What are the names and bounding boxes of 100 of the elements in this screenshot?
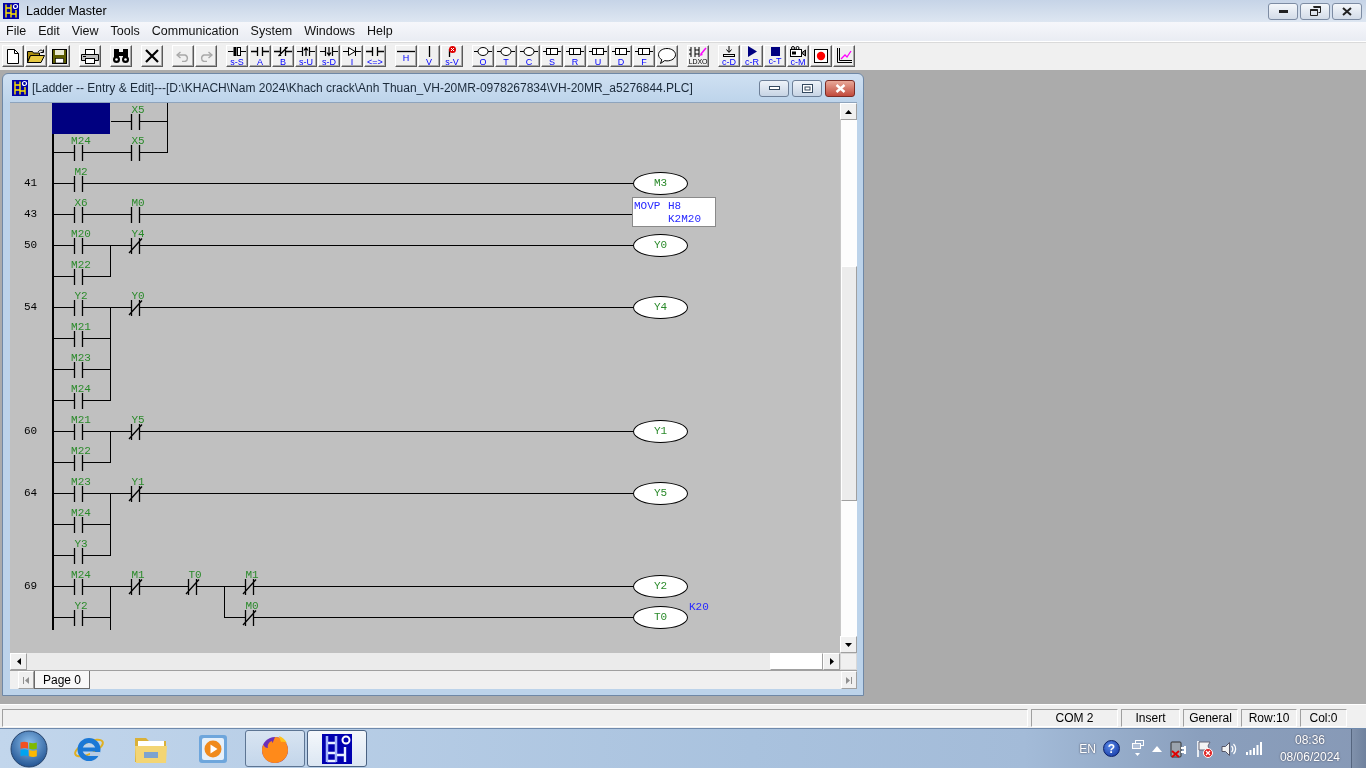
contact-label: M1 [244, 570, 260, 581]
scroll-thumb[interactable] [770, 653, 823, 670]
download-icon [722, 46, 736, 57]
minimize-button[interactable] [759, 79, 789, 97]
vertical-line-icon [427, 46, 431, 57]
falling-contact-button[interactable]: s-D [318, 45, 340, 67]
contact-label: T0 [187, 570, 203, 581]
closed-contact-button[interactable]: B [272, 45, 294, 67]
minimize-button[interactable] [1268, 2, 1298, 20]
menu-item[interactable]: Windows [298, 22, 361, 41]
menu-item[interactable]: Communication [145, 22, 245, 41]
delete-line-button[interactable]: s-V [441, 45, 463, 67]
scroll-left-button[interactable] [10, 653, 27, 670]
caret-right-icon [829, 658, 834, 665]
compare-contact-button[interactable]: <=> [364, 45, 386, 67]
contact-label: Y0 [130, 291, 146, 302]
find-button[interactable] [110, 45, 132, 67]
record-button[interactable] [810, 45, 832, 67]
plug-icon[interactable] [1169, 739, 1188, 758]
redo-arrow-icon [199, 50, 213, 62]
play-tile-icon [198, 733, 228, 764]
close-button[interactable] [825, 79, 855, 97]
rising-contact-button[interactable]: s-U [295, 45, 317, 67]
vertical-scrollbar[interactable] [840, 103, 857, 653]
instruction-button[interactable]: R [564, 45, 586, 67]
step-number: 43 [24, 208, 38, 220]
speech-bubble-icon [658, 48, 676, 64]
scroll-down-button[interactable] [840, 636, 857, 653]
scroll-up-button[interactable] [840, 103, 857, 120]
new-button[interactable] [2, 45, 24, 67]
stop-button[interactable]: c-T [764, 45, 786, 67]
help-button[interactable]: ? [1102, 740, 1120, 757]
instruction-button[interactable]: D [610, 45, 632, 67]
menu-item[interactable]: Edit [32, 22, 66, 41]
contact-label: Y3 [73, 539, 89, 550]
skip-back-icon [23, 676, 29, 684]
menu-item[interactable]: Tools [104, 22, 146, 41]
speaker-icon[interactable] [1220, 740, 1237, 757]
contact-label: Y4 [130, 229, 146, 240]
restore-icon [1309, 6, 1321, 16]
step-number: 69 [24, 580, 38, 592]
contact-label: M1 [130, 570, 146, 581]
monitor-button[interactable]: c-M [787, 45, 809, 67]
open-contact-button[interactable]: A [249, 45, 271, 67]
contact-label: M24 [70, 508, 92, 519]
close-icon [834, 83, 846, 93]
instruction-box-icon [566, 46, 584, 57]
download-button[interactable]: c-D [718, 45, 740, 67]
play-icon [747, 46, 757, 57]
instruction-button[interactable]: F [633, 45, 655, 67]
taskbar-button[interactable] [307, 730, 367, 767]
horizontal-line-icon [397, 50, 415, 53]
contact-label: M21 [70, 415, 92, 426]
contact-label: M2 [73, 167, 89, 178]
menu-item[interactable]: File [0, 22, 33, 41]
restore-button[interactable] [1300, 2, 1330, 20]
menu-item[interactable]: System [244, 22, 299, 41]
status-panel: Col:0 [1300, 709, 1347, 727]
instruction-button[interactable]: U [587, 45, 609, 67]
run-button[interactable]: c-R [741, 45, 763, 67]
output-coil: Y4 [633, 296, 688, 319]
coil-button[interactable]: O [472, 45, 494, 67]
output-coil: T0 [633, 606, 688, 629]
coil-button[interactable]: C [518, 45, 540, 67]
page-tab[interactable]: Page 0 [34, 671, 91, 689]
set-contact-button[interactable]: s-S [226, 45, 248, 67]
flag-icon[interactable] [1195, 739, 1213, 758]
comment-button[interactable] [656, 45, 678, 67]
invert-button[interactable]: I [341, 45, 363, 67]
horizontal-scrollbar[interactable] [10, 653, 840, 670]
close-button[interactable] [1332, 2, 1362, 20]
menu-item[interactable]: Help [361, 22, 399, 41]
save-button[interactable] [48, 45, 70, 67]
scroll-right-button[interactable] [823, 653, 840, 670]
instruction-box-icon [589, 46, 607, 57]
maximize-button[interactable] [792, 79, 822, 97]
scroll-thumb[interactable] [841, 266, 857, 501]
falling-edge-contact-icon [320, 46, 338, 57]
signal-bars-icon[interactable] [1244, 742, 1262, 755]
skip-forward-icon [846, 676, 852, 684]
vertical-line-button[interactable]: V [418, 45, 440, 67]
status-panel: COM 2 [1031, 709, 1118, 727]
menu-item[interactable]: View [65, 22, 105, 41]
print-button[interactable] [79, 45, 101, 67]
contact-label: M0 [244, 601, 260, 612]
delete-button[interactable] [141, 45, 163, 67]
output-coil: Y5 [633, 482, 688, 505]
open-button[interactable] [25, 45, 47, 67]
instruction-button[interactable]: S [541, 45, 563, 67]
coil-button[interactable]: T [495, 45, 517, 67]
output-coil: Y0 [633, 234, 688, 257]
status-panel: General [1183, 709, 1238, 727]
ladder-logo-icon [322, 733, 352, 764]
horizontal-line-button[interactable]: H [395, 45, 417, 67]
open-contact-icon [251, 46, 269, 57]
chart-button[interactable] [833, 45, 855, 67]
contact-label: M21 [70, 322, 92, 333]
compare-contact-icon [366, 46, 384, 57]
stop-icon [770, 47, 780, 56]
preset-value: K20 [689, 602, 709, 613]
